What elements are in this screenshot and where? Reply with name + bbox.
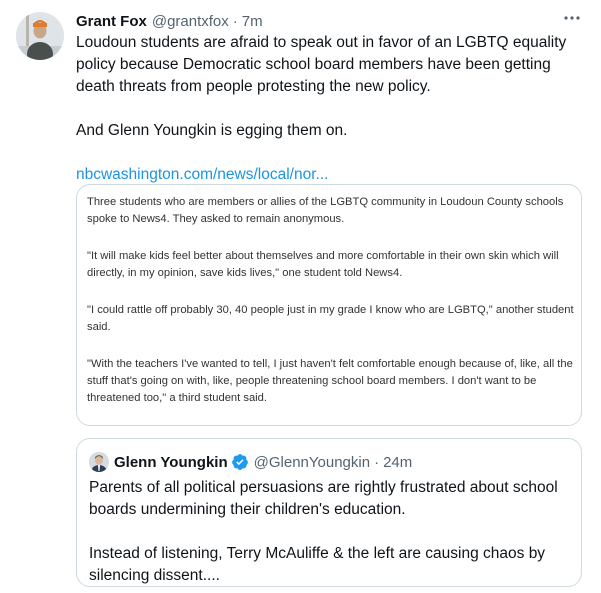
quoted-avatar-icon[interactable] <box>89 452 109 472</box>
excerpt-paragraph-1: Three students who are members or allies… <box>87 196 564 225</box>
attached-image-card[interactable]: Three students who are members or allies… <box>76 184 582 426</box>
tweet-timestamp[interactable]: 7m <box>242 13 263 30</box>
quoted-author-handle[interactable]: @GlennYoungkin <box>254 454 370 471</box>
tweet-paragraph-1: Loudoun students are afraid to speak out… <box>76 34 567 95</box>
tweet-paragraph-2: And Glenn Youngkin is egging them on. <box>76 122 348 139</box>
quoted-author-name[interactable]: Glenn Youngkin <box>114 454 228 471</box>
quoted-paragraph-2: Instead of listening, Terry McAuliffe & … <box>89 545 546 584</box>
tweet[interactable]: Grant Fox @grantxfox · 7m Loudoun studen… <box>0 0 601 593</box>
excerpt-paragraph-2: "It will make kids feel better about the… <box>87 250 559 279</box>
excerpt-paragraph-4: "With the teachers I've wanted to tell, … <box>87 358 573 404</box>
quoted-tweet-header: Glenn Youngkin @GlennYoungkin · 24m <box>89 451 412 473</box>
verified-badge-icon <box>231 453 249 471</box>
quoted-paragraph-1: Parents of all political persuasions are… <box>89 479 558 518</box>
separator-dot: · <box>232 12 238 30</box>
more-horizontal-icon <box>563 9 581 32</box>
person-avatar-icon[interactable] <box>16 12 64 60</box>
author-name[interactable]: Grant Fox <box>76 13 147 30</box>
quoted-tweet[interactable]: Glenn Youngkin @GlennYoungkin · 24m Pare… <box>76 438 582 587</box>
excerpt-paragraph-3: "I could rattle off probably 30, 40 peop… <box>87 304 574 333</box>
more-options-button[interactable] <box>561 9 583 31</box>
article-excerpt: Three students who are members or allies… <box>87 194 577 407</box>
separator-dot: · <box>374 453 380 471</box>
quoted-tweet-text: Parents of all political persuasions are… <box>89 477 569 587</box>
tweet-header: Grant Fox @grantxfox · 7m <box>76 11 263 31</box>
author-handle[interactable]: @grantxfox <box>152 13 229 30</box>
tweet-text: Loudoun students are afraid to speak out… <box>76 32 586 186</box>
quoted-tweet-timestamp[interactable]: 24m <box>383 454 412 471</box>
article-link[interactable]: nbcwashington.com/news/local/nor... <box>76 164 586 186</box>
